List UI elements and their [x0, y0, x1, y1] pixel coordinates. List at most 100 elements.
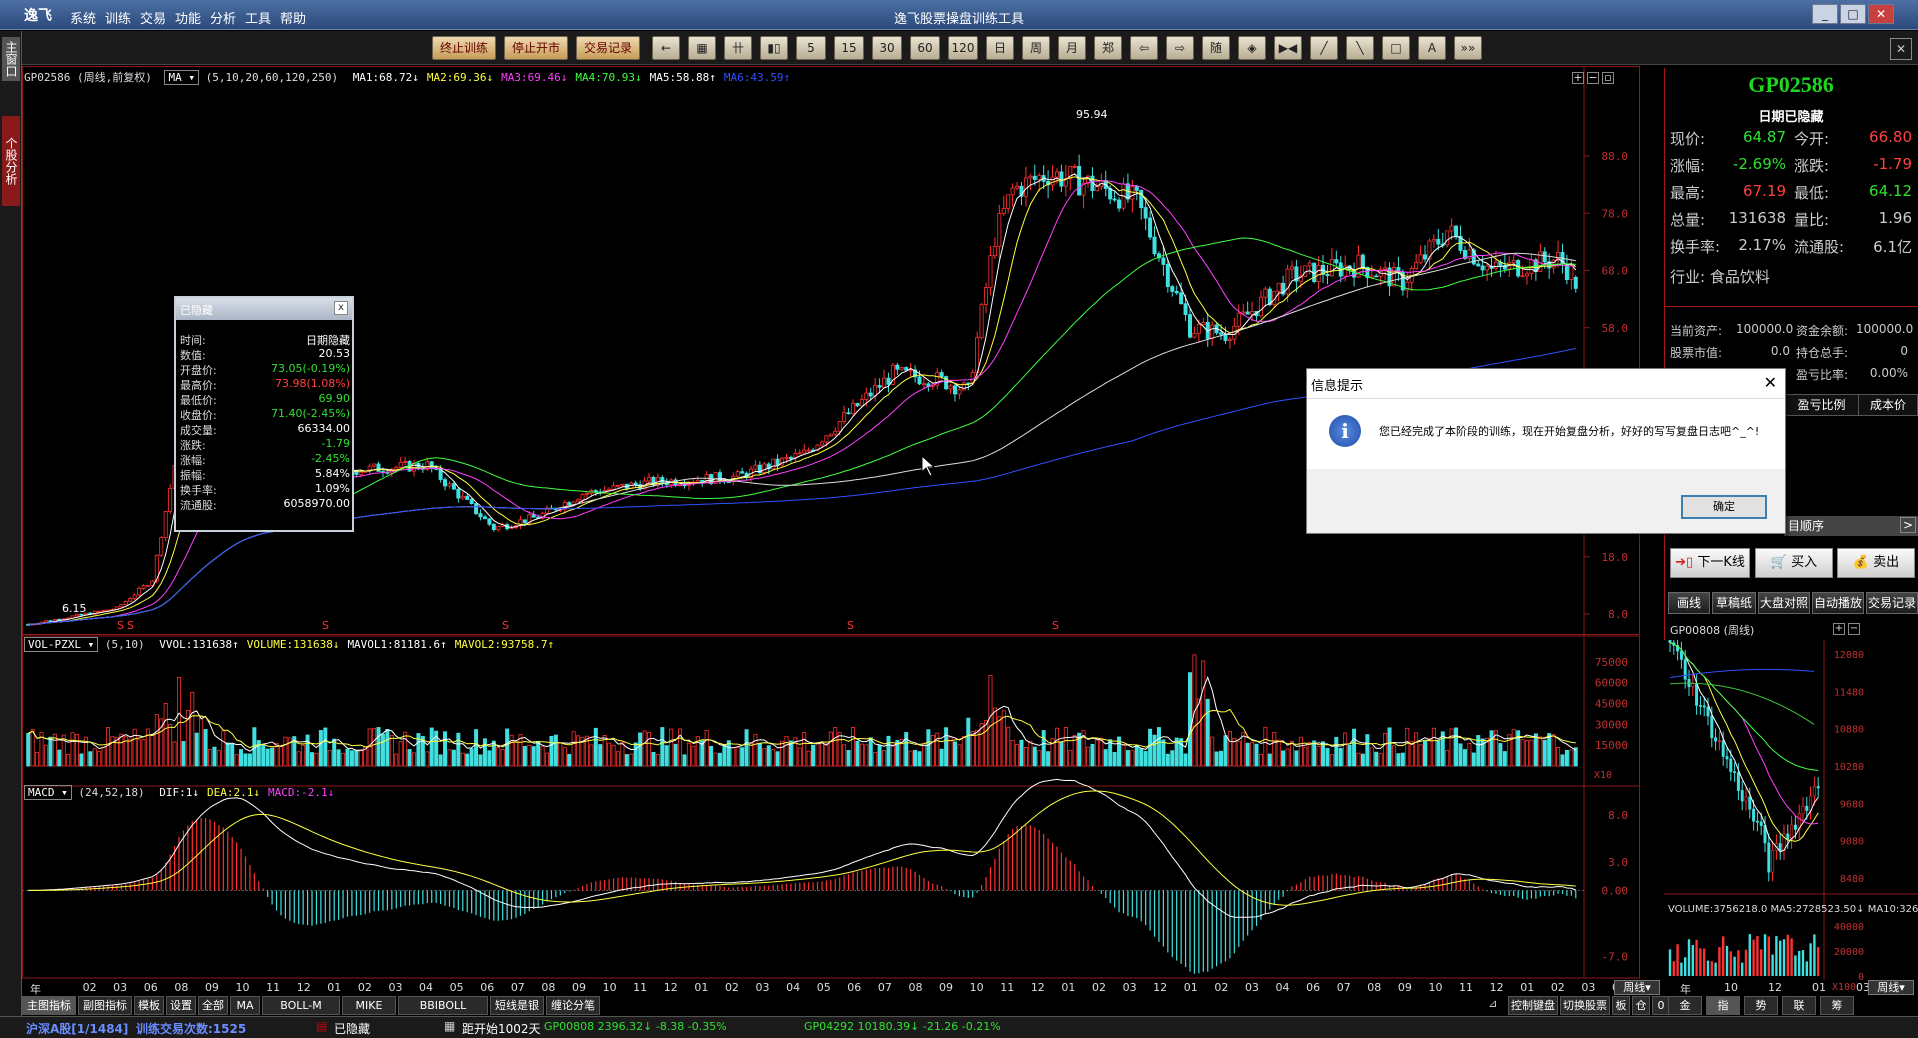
- end-training-button[interactable]: 终止训练: [432, 36, 496, 60]
- mini-collapse-icon[interactable]: −: [1848, 623, 1860, 635]
- volume-bar: [1143, 751, 1148, 767]
- toolbar-button-22[interactable]: ╲: [1346, 36, 1374, 60]
- right-tab-1[interactable]: 指: [1706, 996, 1740, 1015]
- mini-index-chart[interactable]: 12080 11480 10880 10280 9680 9080 8480 40000 200…: [1664, 640, 1918, 996]
- bottom-right-tab-2[interactable]: 板: [1612, 996, 1630, 1015]
- bottom-tab-8[interactable]: BBIBOLL: [398, 996, 488, 1015]
- bottom-tab-6[interactable]: BOLL-M: [262, 996, 340, 1015]
- right-tab-4[interactable]: 筹: [1820, 996, 1854, 1015]
- toolbar-button-19[interactable]: ◈: [1238, 36, 1266, 60]
- toolbar-button-9[interactable]: 30: [872, 36, 902, 60]
- tooltip-value: 69.90: [318, 392, 351, 405]
- low-price-label: 6.15: [62, 602, 87, 615]
- candle-body: [128, 598, 133, 602]
- mini-vol-tick: 20000: [1834, 947, 1864, 958]
- bottom-tab-1[interactable]: 副图指标: [78, 996, 132, 1015]
- trade-record-button[interactable]: 交易记录: [576, 36, 640, 60]
- profit-ratio-header[interactable]: 盈亏比例: [1785, 395, 1859, 415]
- toolbar-button-7[interactable]: 5: [796, 36, 826, 60]
- mini-period-select[interactable]: 周线▾: [1868, 980, 1914, 995]
- toolbar-button-10[interactable]: 60: [910, 36, 940, 60]
- sell-button[interactable]: 💰 卖出: [1837, 548, 1915, 578]
- period-select[interactable]: 周线▾: [1614, 980, 1660, 995]
- volume-bar: [1108, 739, 1113, 767]
- ok-button[interactable]: 确定: [1681, 495, 1767, 519]
- tool-button-1[interactable]: 草稿纸: [1712, 592, 1756, 614]
- bottom-tab-5[interactable]: MA: [230, 996, 260, 1015]
- bottom-tab-10[interactable]: 缠论分笔: [546, 996, 600, 1015]
- bottom-tab-0[interactable]: 主图指标: [22, 996, 76, 1015]
- bottom-tab-3[interactable]: 设置: [166, 996, 196, 1015]
- ma-label-0: MA1:68.72↓: [352, 71, 419, 84]
- tab-stock-analysis[interactable]: 个股分析: [2, 116, 20, 206]
- quote-value: 66.80: [1869, 128, 1912, 146]
- tool-button-0[interactable]: 画线: [1668, 592, 1710, 614]
- candle-body: [620, 483, 625, 486]
- volume-bar: [859, 743, 864, 767]
- tooltip-close-icon[interactable]: x: [334, 301, 348, 315]
- maximize-button[interactable]: □: [1840, 4, 1866, 24]
- dialog-close-icon[interactable]: ✕: [1764, 373, 1777, 392]
- minimize-button[interactable]: _: [1812, 4, 1838, 24]
- close-button[interactable]: ✕: [1868, 4, 1894, 24]
- collapse-icon[interactable]: −: [1587, 72, 1599, 84]
- toolbar-button-14[interactable]: 月: [1058, 36, 1086, 60]
- candle-body: [43, 620, 48, 623]
- bottom-tab-2[interactable]: 模板: [134, 996, 164, 1015]
- bottom-tab-7[interactable]: MIKE: [342, 996, 396, 1015]
- volume-bar: [1294, 750, 1299, 767]
- bottom-right-tab-0[interactable]: 控制键盘: [1508, 996, 1558, 1015]
- right-tab-0[interactable]: 金: [1668, 996, 1702, 1015]
- toolbar-button-13[interactable]: 周: [1022, 36, 1050, 60]
- toolbar-button-11[interactable]: 120: [948, 36, 978, 60]
- mini-volume-bar: [1722, 936, 1725, 976]
- candle-body: [119, 604, 124, 608]
- mini-volume-bar: [1729, 951, 1732, 976]
- bottom-right-tab-1[interactable]: 切换股票: [1560, 996, 1610, 1015]
- toolbar-button-15[interactable]: 郑: [1094, 36, 1122, 60]
- macd-select[interactable]: MACD ▾: [24, 785, 72, 800]
- next-kline-button[interactable]: ➔▯ 下一K线: [1670, 548, 1750, 578]
- toolbar-button-24[interactable]: A: [1418, 36, 1446, 60]
- toolbar-button-4[interactable]: ▦: [688, 36, 716, 60]
- quote-key: 最低:: [1794, 184, 1830, 202]
- bottom-right-tab-3[interactable]: 仓: [1632, 996, 1650, 1015]
- right-tab-3[interactable]: 联: [1782, 996, 1816, 1015]
- toolbar-button-21[interactable]: ╱: [1310, 36, 1338, 60]
- toolbar-button-23[interactable]: □: [1382, 36, 1410, 60]
- bottom-tab-9[interactable]: 短线是银: [490, 996, 544, 1015]
- buy-button[interactable]: 🛒 买入: [1755, 548, 1833, 578]
- right-tab-2[interactable]: 势: [1744, 996, 1778, 1015]
- toolbar-button-20[interactable]: ▶◀: [1274, 36, 1302, 60]
- mini-candle-body: [1812, 786, 1816, 797]
- tab-main-window[interactable]: 主窗口: [2, 37, 20, 81]
- toolbar-button-5[interactable]: 卄: [724, 36, 752, 60]
- mini-volume-bar: [1809, 943, 1812, 976]
- mini-expand-icon[interactable]: +: [1833, 623, 1845, 635]
- toolbar-button-18[interactable]: 随: [1202, 36, 1230, 60]
- tool-button-4[interactable]: 交易记录: [1866, 592, 1918, 614]
- stop-market-button[interactable]: 停止开市: [504, 36, 568, 60]
- expand-icon[interactable]: +: [1572, 72, 1584, 84]
- pin-icon[interactable]: ⊿: [1484, 997, 1502, 1014]
- bottom-tab-4[interactable]: 全部: [198, 996, 228, 1015]
- toolbar-close-icon[interactable]: ✕: [1890, 38, 1912, 60]
- tool-button-2[interactable]: 大盘对照: [1758, 592, 1810, 614]
- tool-button-3[interactable]: 自动播放: [1812, 592, 1864, 614]
- order-tab[interactable]: 目顺序 >: [1784, 516, 1918, 536]
- toolbar-button-3[interactable]: ←: [652, 36, 680, 60]
- quote-key: 现价:: [1670, 130, 1706, 148]
- volume-select[interactable]: VOL-PZXL ▾: [24, 637, 99, 652]
- volume-bar: [1502, 751, 1507, 767]
- indicator-select[interactable]: MA ▾: [164, 70, 199, 85]
- scroll-right-icon[interactable]: >: [1900, 517, 1916, 533]
- candle-body: [1573, 276, 1578, 289]
- toolbar-button-6[interactable]: ▮▯: [760, 36, 788, 60]
- toolbar-button-17[interactable]: ⇨: [1166, 36, 1194, 60]
- toolbar-button-12[interactable]: 日: [986, 36, 1014, 60]
- toolbar-button-8[interactable]: 15: [834, 36, 864, 60]
- toolbar-button-16[interactable]: ⇦: [1130, 36, 1158, 60]
- toolbar-button-25[interactable]: »»: [1454, 36, 1482, 60]
- restore-icon[interactable]: ▫: [1602, 72, 1614, 84]
- cost-price-header[interactable]: 成本价: [1859, 395, 1917, 415]
